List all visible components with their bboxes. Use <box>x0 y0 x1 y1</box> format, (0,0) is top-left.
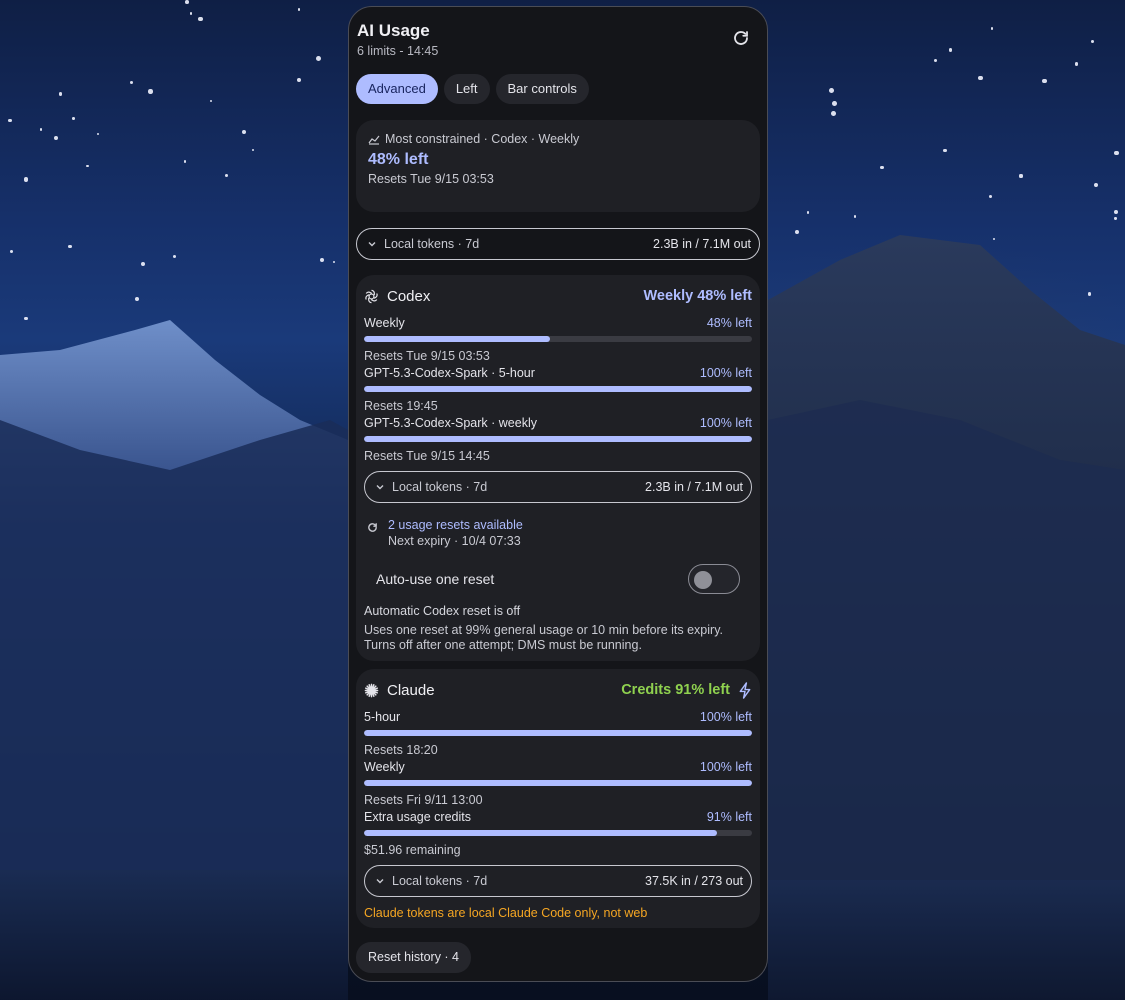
reset-history-button[interactable]: Reset history · 4 <box>356 942 472 973</box>
limit-name: Weekly <box>364 760 405 774</box>
limit-percent: 100% left <box>699 366 752 380</box>
limit-bar <box>364 336 752 342</box>
limit-bar <box>364 830 752 836</box>
limit-percent: 100% left <box>699 760 752 774</box>
codex-tokens-value: 2.3B in / 7.1M out <box>645 480 743 494</box>
limit-name: Extra usage credits <box>364 810 471 824</box>
limit-bar-fill <box>364 780 752 786</box>
limit-name: Weekly <box>364 316 405 330</box>
toggle-knob <box>694 571 712 589</box>
codex-limit-spark-weekly: GPT-5.3-Codex-Spark · weekly 100% left Re… <box>364 416 752 463</box>
limit-bar-fill <box>364 830 718 836</box>
global-tokens-value: 2.3B in / 7.1M out <box>653 237 751 251</box>
panel-header: AI Usage 6 limits - 14:45 <box>356 15 760 65</box>
codex-limit-weekly: Weekly 48% left Resets Tue 9/15 03:53 <box>364 316 752 363</box>
limit-bar-fill <box>364 436 752 442</box>
global-local-tokens-toggle[interactable]: Local tokens · 7d 2.3B in / 7.1M out <box>356 228 760 260</box>
summary-heading: Most constrained · Codex · Weekly <box>385 132 580 146</box>
limit-reset: Resets Fri 9/11 13:00 <box>364 793 483 807</box>
limit-name: GPT-5.3-Codex-Spark · 5-hour <box>364 366 535 380</box>
claude-tokens-label: Local tokens · 7d <box>392 874 488 888</box>
limit-bar-fill <box>364 386 752 392</box>
tab-advanced[interactable]: Advanced <box>356 74 438 104</box>
chart-icon <box>368 133 380 145</box>
summary-reset: Resets Tue 9/15 03:53 <box>368 172 494 186</box>
tab-bar-controls[interactable]: Bar controls <box>495 74 589 104</box>
usage-resets-info: 2 usage resets available Next expiry · 1… <box>364 518 752 548</box>
codex-local-tokens-toggle[interactable]: Local tokens · 7d 2.3B in / 7.1M out <box>364 471 752 503</box>
auto-reset-toggle[interactable] <box>688 564 740 594</box>
next-expiry: Next expiry · 10/4 07:33 <box>388 534 521 548</box>
limit-reset: Resets 19:45 <box>364 399 438 413</box>
auto-reset-row: Auto-use one reset <box>364 564 752 594</box>
claude-name: Claude <box>387 681 435 699</box>
chevron-down-icon <box>368 242 376 247</box>
chevron-down-icon <box>376 485 384 490</box>
resets-available-link[interactable]: 2 usage resets available <box>388 518 523 532</box>
summary-card: Most constrained · Codex · Weekly 48% le… <box>356 120 760 212</box>
limit-bar <box>364 386 752 392</box>
limit-percent: 48% left <box>706 316 752 330</box>
reset-icon <box>367 522 378 533</box>
limit-reset: $51.96 remaining <box>364 843 461 857</box>
chevron-down-icon <box>376 879 384 884</box>
limit-reset: Resets 18:20 <box>364 743 438 757</box>
codex-status: Weekly 48% left <box>643 288 752 304</box>
claude-status: Credits 91% left <box>621 682 730 698</box>
claude-limit-5h: 5-hour 100% left Resets 18:20 <box>364 710 752 757</box>
summary-percent: 48% left <box>368 151 429 168</box>
limit-bar-fill <box>364 336 551 342</box>
limit-name: 5-hour <box>364 710 401 724</box>
codex-tokens-label: Local tokens · 7d <box>392 480 488 494</box>
global-tokens-label: Local tokens · 7d <box>384 237 480 251</box>
claude-tokens-warning: Claude tokens are local Claude Code only… <box>364 906 648 920</box>
claude-card: Claude Credits 91% left 5-hour 100% left … <box>356 669 760 928</box>
panel-title: AI Usage <box>357 21 430 40</box>
limit-reset: Resets Tue 9/15 03:53 <box>364 349 490 363</box>
limit-bar <box>364 780 752 786</box>
tab-left[interactable]: Left <box>443 74 490 104</box>
lightning-icon[interactable] <box>738 681 752 699</box>
limit-percent: 91% left <box>706 810 752 824</box>
codex-name: Codex <box>387 287 431 305</box>
limit-bar-fill <box>364 730 752 736</box>
claude-limit-extra-credits: Extra usage credits 91% left $51.96 remai… <box>364 810 752 857</box>
claude-local-tokens-toggle[interactable]: Local tokens · 7d 37.5K in / 273 out <box>364 865 752 897</box>
openai-icon <box>364 289 379 304</box>
codex-card: Codex Weekly 48% left Weekly 48% left Res… <box>356 275 760 661</box>
limit-percent: 100% left <box>699 710 752 724</box>
claude-tokens-value: 37.5K in / 273 out <box>645 874 743 888</box>
view-tabs: Advanced Left Bar controls <box>356 74 760 104</box>
ai-usage-panel: AI Usage 6 limits - 14:45 Advanced Left … <box>348 6 768 982</box>
codex-limit-spark-5h: GPT-5.3-Codex-Spark · 5-hour 100% left Re… <box>364 366 752 413</box>
auto-reset-description: Uses one reset at 99% general usage or 1… <box>364 623 723 652</box>
panel-subtitle: 6 limits - 14:45 <box>357 44 439 58</box>
limit-percent: 100% left <box>699 416 752 430</box>
limit-reset: Resets Tue 9/15 14:45 <box>364 449 490 463</box>
refresh-icon[interactable] <box>732 29 754 51</box>
limit-bar <box>364 730 752 736</box>
claude-limit-weekly: Weekly 100% left Resets Fri 9/11 13:00 <box>364 760 752 807</box>
limit-bar <box>364 436 752 442</box>
auto-reset-label: Auto-use one reset <box>376 571 495 587</box>
auto-reset-status: Automatic Codex reset is off <box>364 604 521 618</box>
claude-sunburst-icon <box>364 683 379 698</box>
limit-name: GPT-5.3-Codex-Spark · weekly <box>364 416 537 430</box>
